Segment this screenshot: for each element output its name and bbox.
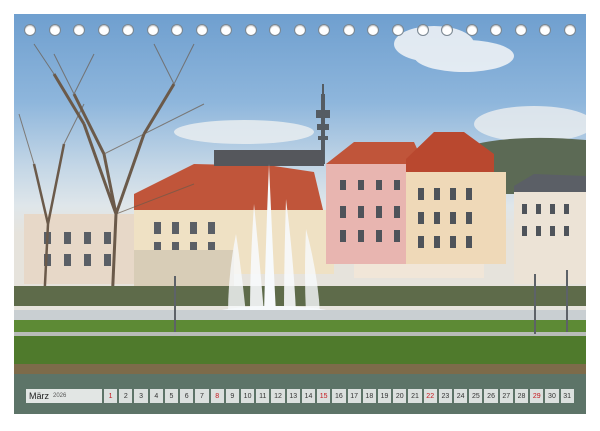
ring-hole (195, 24, 208, 36)
day-cell: 12 (271, 389, 285, 403)
building-pink (326, 132, 506, 278)
day-cell: 2 (119, 389, 133, 403)
ring-hole (318, 24, 331, 36)
day-cell: 26 (484, 389, 498, 403)
ring-hole (367, 24, 380, 36)
month-name: März (29, 391, 49, 401)
day-cell: 15 (317, 389, 331, 403)
day-cell: 8 (210, 389, 224, 403)
ring-hole (48, 24, 61, 36)
day-cell: 27 (499, 389, 513, 403)
day-cell: 16 (332, 389, 346, 403)
photo-park-fountain (14, 14, 586, 414)
day-cell: 29 (530, 389, 544, 403)
day-cell: 24 (454, 389, 468, 403)
day-cells: 1 2 3 4 5 6 7 8 9 10 11 12 13 14 15 16 17 18 19 20 21 22 23 24 2… (104, 389, 574, 403)
ring-hole (171, 24, 184, 36)
year-label: 2026 (53, 393, 67, 399)
day-cell: 23 (438, 389, 453, 403)
day-cell: 14 (301, 389, 316, 403)
day-cell: 18 (362, 389, 376, 403)
pavilion (134, 250, 234, 290)
month-label: März 2026 (26, 389, 102, 403)
ring-hole (122, 24, 135, 36)
day-cell: 17 (347, 389, 361, 403)
day-cell: 11 (256, 389, 270, 403)
day-cell: 5 (164, 389, 179, 403)
ring-hole (514, 24, 527, 36)
ring-hole (97, 24, 110, 36)
day-cell: 7 (195, 389, 209, 403)
day-cell: 1 (104, 389, 118, 403)
day-cell: 21 (408, 389, 422, 403)
ring-hole (146, 24, 159, 36)
ring-hole (416, 24, 429, 36)
photo-scene (14, 26, 586, 414)
ring-hole (563, 24, 576, 36)
day-cell: 20 (393, 389, 407, 403)
day-cell: 10 (240, 389, 255, 403)
day-cell: 4 (149, 389, 163, 403)
ring-hole (465, 24, 478, 36)
day-cell: 22 (423, 389, 437, 403)
ring-hole (244, 24, 257, 36)
day-cell: 3 (134, 389, 148, 403)
hedge (14, 286, 586, 306)
path (14, 332, 586, 336)
day-cell: 6 (180, 389, 194, 403)
ring-binding (14, 24, 586, 40)
clouds (174, 26, 586, 144)
day-cell: 19 (377, 389, 392, 403)
ring-hole (269, 24, 282, 36)
day-cell: 25 (469, 389, 483, 403)
day-cell: 9 (225, 389, 239, 403)
ring-hole (490, 24, 503, 36)
ring-hole (539, 24, 552, 36)
ring-hole (391, 24, 404, 36)
day-cell: 13 (286, 389, 300, 403)
ring-hole (24, 24, 36, 36)
ring-hole (441, 24, 454, 36)
lawn-upper (14, 320, 586, 334)
ring-hole (293, 24, 306, 36)
day-cell: 28 (514, 389, 529, 403)
day-cell: 31 (560, 389, 574, 403)
ring-hole (342, 24, 355, 36)
month-date-strip: März 2026 1 2 3 4 5 6 7 8 9 10 11 12 13 14 15 16 17 18 19 2… (26, 388, 574, 404)
ring-hole (73, 24, 86, 36)
day-cell: 30 (545, 389, 559, 403)
building-right (514, 174, 586, 284)
ring-hole (220, 24, 233, 36)
